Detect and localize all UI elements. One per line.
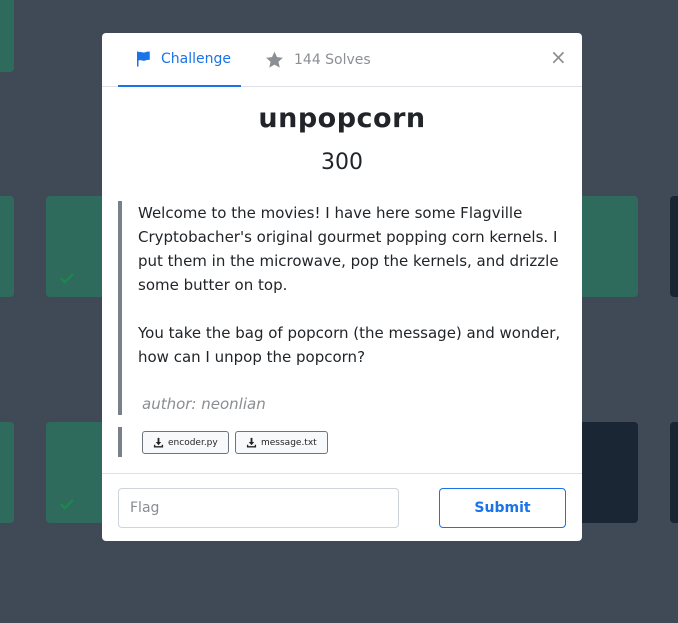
author-line: author: neonlian	[142, 395, 266, 413]
flag-input[interactable]	[118, 488, 399, 528]
check-icon	[60, 499, 74, 510]
modal-tabs: Challenge 144 Solves	[102, 33, 582, 87]
description-paragraph: You take the bag of popcorn (the message…	[138, 324, 561, 366]
challenge-card[interactable]	[0, 196, 14, 297]
tab-challenge[interactable]: Challenge	[118, 33, 241, 87]
flag-icon	[134, 50, 152, 68]
challenge-card[interactable]	[670, 422, 678, 523]
check-icon	[60, 273, 74, 284]
footer-divider	[102, 473, 582, 474]
description-paragraph: Welcome to the movies! I have here some …	[138, 204, 559, 294]
tab-challenge-label: Challenge	[161, 51, 231, 67]
challenge-points: 300	[321, 150, 363, 175]
file-download-button[interactable]: encoder.py	[142, 431, 229, 454]
challenge-description: Welcome to the movies! I have here some …	[118, 201, 566, 415]
file-name: message.txt	[261, 437, 317, 448]
challenge-card[interactable]	[0, 422, 14, 523]
file-name: encoder.py	[168, 437, 218, 448]
submit-button[interactable]: Submit	[439, 488, 566, 528]
download-icon	[153, 437, 164, 448]
close-icon[interactable]: ×	[550, 47, 567, 67]
challenge-card[interactable]	[670, 196, 678, 297]
challenge-title: unpopcorn	[258, 103, 426, 134]
challenge-card[interactable]	[0, 0, 14, 72]
file-download-button[interactable]: message.txt	[235, 431, 328, 454]
star-icon	[264, 50, 285, 70]
challenge-modal: Challenge 144 Solves × unpopcorn 300 Wel…	[102, 33, 582, 541]
tab-solves-label: 144 Solves	[294, 52, 371, 68]
tab-solves[interactable]: 144 Solves	[264, 33, 371, 87]
challenge-files: encoder.py message.txt	[118, 427, 566, 457]
download-icon	[246, 437, 257, 448]
